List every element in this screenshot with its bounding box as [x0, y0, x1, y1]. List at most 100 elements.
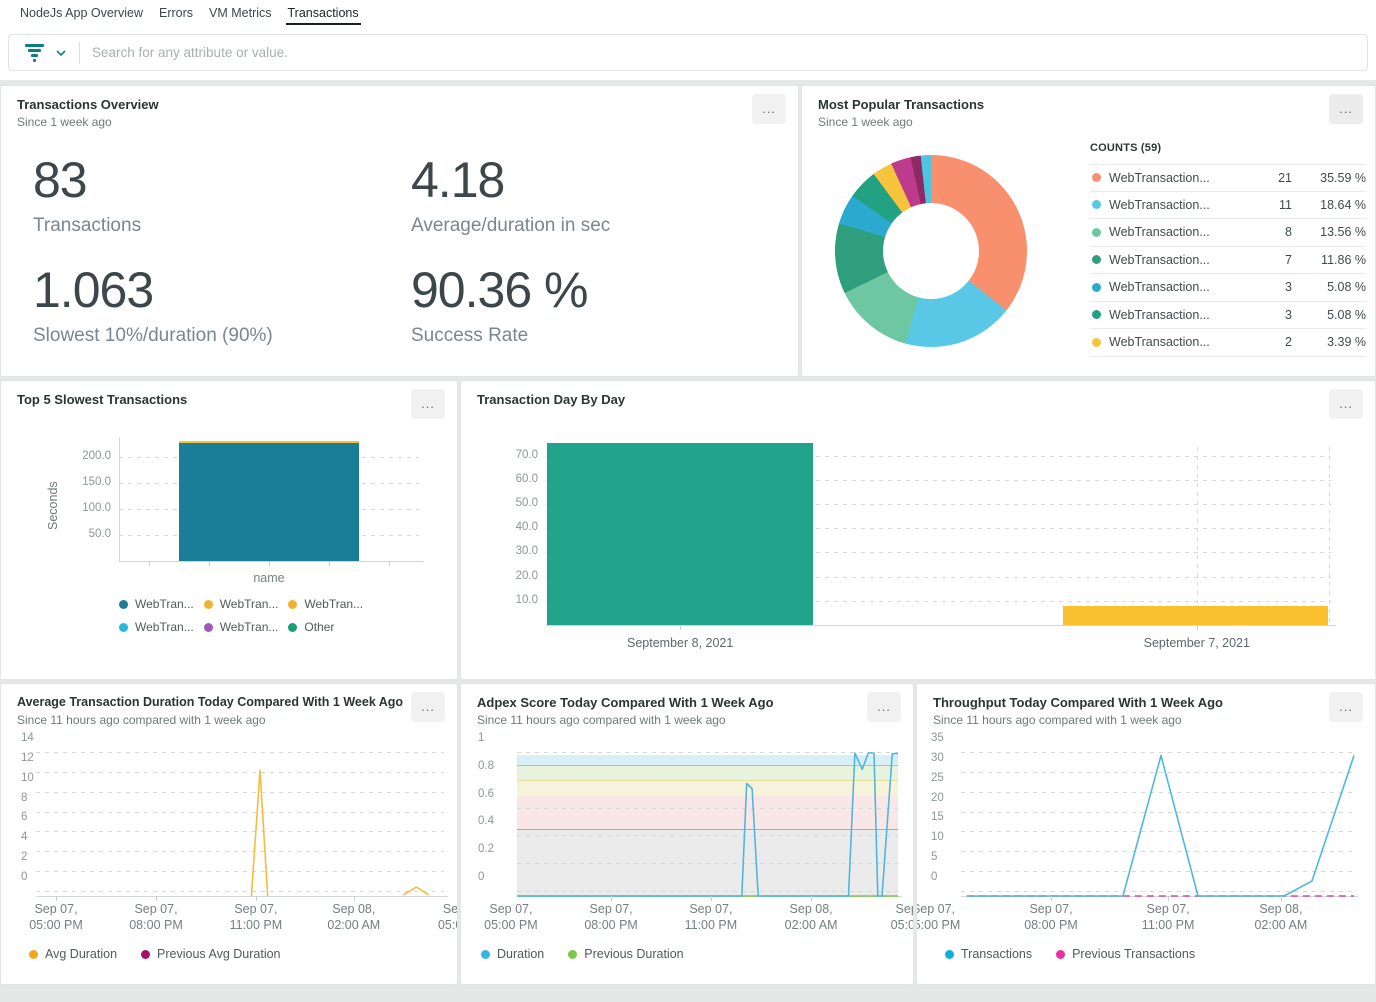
chevron-down-icon[interactable] [55, 49, 67, 57]
row-count: 2 [1246, 335, 1292, 349]
metric-label: Average/duration in sec [411, 215, 610, 237]
line-chart: 02468101214Sep 07, 05:00 PMSep 07, 08:00… [1, 684, 457, 984]
legend-item[interactable]: Previous Transactions [1056, 947, 1195, 961]
legend-label: WebTran... [220, 597, 279, 611]
series-color-dot [1092, 310, 1101, 319]
legend-label: WebTran... [135, 620, 194, 634]
y-tick-label: 4 [21, 832, 27, 844]
x-tick-mark [269, 561, 270, 566]
series-color-dot [1092, 200, 1101, 209]
legend-item[interactable]: Previous Duration [568, 947, 683, 961]
legend-item[interactable]: WebTran... [119, 597, 194, 611]
row-label: WebTransaction... [1109, 335, 1246, 349]
table-row[interactable]: WebTransaction...711.86 % [1090, 247, 1366, 275]
y-tick-label: 0.6 [478, 789, 494, 801]
y-tick-label: 30 [931, 753, 944, 765]
table-row[interactable]: WebTransaction...2135.59 % [1090, 164, 1366, 192]
legend-item[interactable]: WebTran... [119, 620, 194, 634]
legend-color-dot [119, 623, 128, 632]
y-tick-label: 20 [931, 793, 944, 805]
card-menu-button[interactable]: ... [752, 94, 786, 124]
legend-color-dot [29, 950, 38, 959]
card-menu-button[interactable]: ... [411, 692, 445, 722]
y-tick-label: 25 [931, 773, 944, 785]
legend-item[interactable]: Duration [481, 947, 544, 961]
tab-nodejs-app-overview[interactable]: NodeJs App Overview [20, 0, 143, 26]
metric-average-duration: 4.18 Average/duration in sec [411, 154, 610, 237]
chart-legend: WebTran... WebTran... WebTran... WebTran...… [119, 597, 431, 634]
x-tick-label: Sep 08, 05:00 AM [857, 901, 914, 934]
x-tick-label: September 8, 2021 [620, 635, 740, 651]
legend-label: WebTran... [220, 620, 279, 634]
table-row[interactable]: WebTransaction...35.08 % [1090, 274, 1366, 302]
y-tick-label: 10 [21, 773, 34, 785]
legend-item[interactable]: Avg Duration [29, 947, 117, 961]
tab-transactions[interactable]: Transactions [288, 0, 359, 26]
legend-item[interactable]: WebTran... [204, 620, 279, 634]
y-tick-label: 30.0 [490, 546, 538, 558]
card-top-5-slowest-transactions: Top 5 Slowest Transactions ... 50.0100.0… [0, 380, 458, 680]
series-color-dot [1092, 283, 1101, 292]
x-tick-mark [209, 561, 210, 566]
table-row[interactable]: WebTransaction...813.56 % [1090, 219, 1366, 247]
metric-slowest-duration: 1.063 Slowest 10%/duration (90%) [33, 264, 273, 347]
card-menu-button[interactable]: ... [411, 389, 445, 419]
search-input[interactable] [92, 35, 1367, 70]
y-tick-label: 10 [931, 832, 944, 844]
legend-color-dot [288, 623, 297, 632]
legend-item[interactable]: Previous Avg Duration [141, 947, 280, 961]
row-count: 8 [1246, 225, 1292, 239]
legend-color-dot [1056, 950, 1065, 959]
row-label: WebTransaction... [1109, 280, 1246, 294]
search-row [0, 26, 1376, 80]
tab-errors[interactable]: Errors [159, 0, 193, 26]
x-tick-label: Sep 07, 11:00 PM [1108, 901, 1228, 934]
card-menu-button[interactable]: ... [867, 692, 901, 722]
bar-segment [547, 443, 813, 625]
card-menu-button[interactable]: ... [1329, 94, 1363, 124]
x-tick-mark [329, 561, 330, 566]
legend-label: WebTran... [304, 597, 363, 611]
table-row[interactable]: WebTransaction...1118.64 % [1090, 192, 1366, 220]
legend-item[interactable]: Transactions [945, 947, 1032, 961]
table-row[interactable]: WebTransaction...35.08 % [1090, 302, 1366, 330]
dashboard-page: NodeJs App Overview Errors VM Metrics Tr… [0, 0, 1376, 1002]
legend-item[interactable]: WebTran... [288, 597, 363, 611]
bar-segment [179, 443, 359, 561]
metric-label: Slowest 10%/duration (90%) [33, 325, 273, 347]
filter-funnel-icon[interactable] [25, 44, 44, 62]
line-chart: 05101520253035Sep 07, 05:00 PMSep 07, 08… [917, 684, 1375, 984]
y-tick-label: 2 [21, 852, 27, 864]
row-label: WebTransaction... [1109, 308, 1246, 322]
row-percent: 35.59 % [1292, 171, 1366, 185]
legend-color-dot [204, 600, 213, 609]
legend-label: Avg Duration [45, 947, 117, 961]
card-subtitle: Since 1 week ago [818, 115, 913, 129]
row-count: 3 [1246, 280, 1292, 294]
x-tick-mark [149, 561, 150, 566]
row-percent: 13.56 % [1292, 225, 1366, 239]
card-title: Most Popular Transactions [818, 97, 984, 112]
x-tick-label: Sep 07, 08:00 PM [991, 901, 1111, 934]
y-tick-label: 0 [21, 872, 27, 884]
card-transactions-overview: Transactions Overview Since 1 week ago .… [0, 85, 799, 377]
metric-label: Transactions [33, 215, 141, 237]
tab-vm-metrics[interactable]: VM Metrics [209, 0, 272, 26]
legend-color-dot [568, 950, 577, 959]
y-tick-label: 20.0 [490, 571, 538, 583]
table-row[interactable]: WebTransaction...23.39 % [1090, 329, 1366, 357]
y-tick-label: 60.0 [490, 474, 538, 486]
card-menu-button[interactable]: ... [1329, 692, 1363, 722]
card-menu-button[interactable]: ... [1329, 389, 1363, 419]
y-tick-label: 14 [21, 733, 34, 745]
row-count: 7 [1246, 253, 1292, 267]
legend-color-dot [288, 600, 297, 609]
y-tick-label: 0.4 [478, 816, 494, 828]
series-color-dot [1092, 228, 1101, 237]
legend-item[interactable]: WebTran... [204, 597, 279, 611]
row-percent: 5.08 % [1292, 280, 1366, 294]
search-bar [8, 34, 1368, 71]
chart-legend: Transactions Previous Transactions [945, 947, 1195, 961]
legend-item[interactable]: Other [288, 620, 334, 634]
legend-color-dot [481, 950, 490, 959]
